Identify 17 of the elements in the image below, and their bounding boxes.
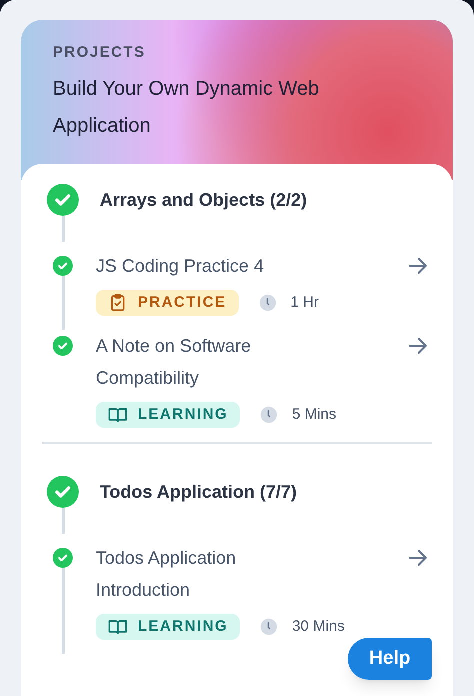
clock-icon (260, 406, 278, 424)
module-heading[interactable]: Todos Application (7/7) (100, 478, 297, 506)
lesson-title[interactable]: Todos Application Introduction (96, 542, 326, 606)
duration-text: 30 Mins (292, 616, 345, 637)
module-heading[interactable]: Arrays and Objects (2/2) (100, 186, 308, 214)
help-button[interactable]: Help (348, 638, 432, 680)
lesson-title[interactable]: A Note on Software Compatibility (96, 330, 326, 394)
header-eyebrow: PROJECTS (53, 43, 147, 63)
clock-icon (260, 618, 278, 636)
duration-text: 5 Mins (292, 404, 337, 425)
lesson-title[interactable]: JS Coding Practice 4 (96, 250, 326, 282)
lesson-type-tag: LEARNING (96, 614, 240, 640)
project-title: Build Your Own Dynamic Web Application (53, 76, 320, 138)
lesson-type-tag: LEARNING (96, 402, 240, 428)
clock-icon (258, 294, 277, 312)
duration-text: 1 Hr (290, 292, 320, 313)
lesson-type-tag: PRACTICE (96, 290, 239, 316)
